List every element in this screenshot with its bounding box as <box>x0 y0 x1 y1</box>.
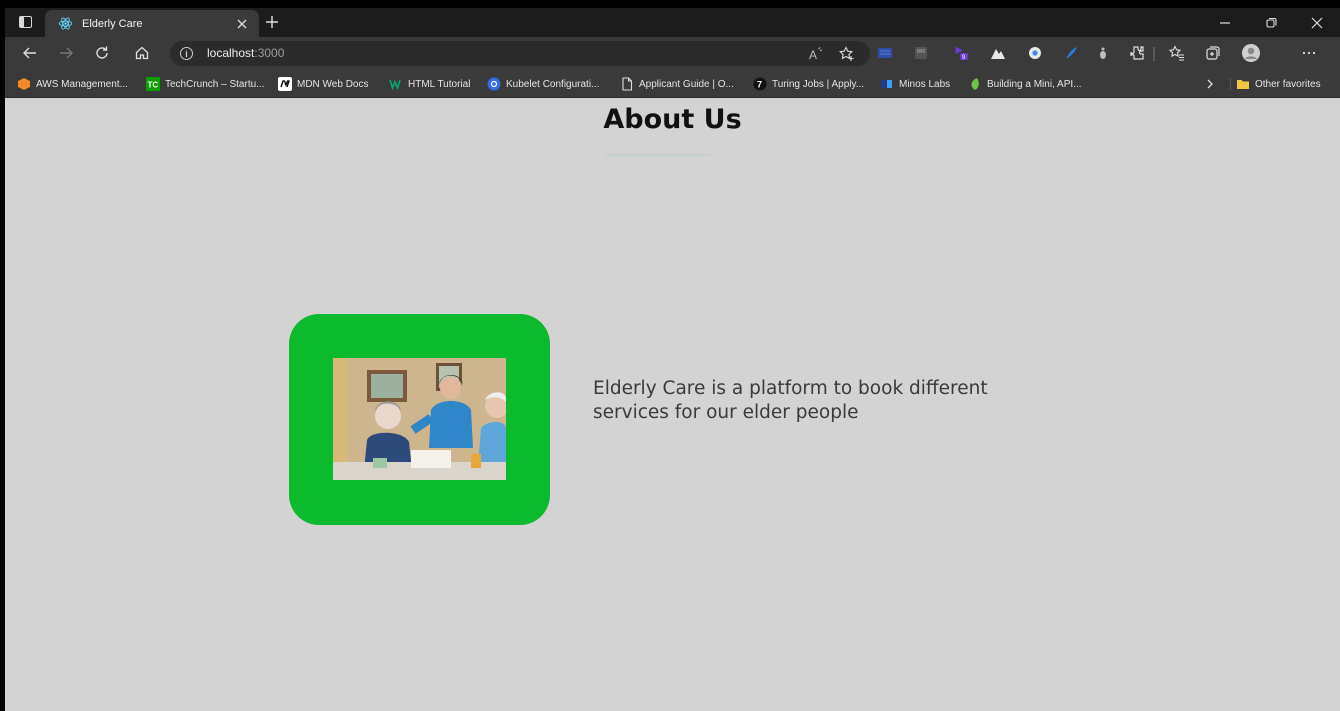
tab-actions-icon[interactable] <box>19 16 32 28</box>
bookmark-turing-jobs[interactable]: 7 Turing Jobs | Apply... <box>753 76 864 92</box>
title-underline <box>605 154 710 156</box>
turing-icon: 7 <box>753 77 767 91</box>
home-icon[interactable] <box>133 44 151 62</box>
svg-text:A: A <box>809 48 817 62</box>
other-favorites[interactable]: Other favorites <box>1236 76 1321 92</box>
svg-text:7: 7 <box>757 80 762 90</box>
tab-strip: Elderly Care <box>5 8 1340 37</box>
browser-window: Elderly Care i localhost:3000 A 9 AWS Ma… <box>5 8 1340 711</box>
bookmark-html-tutorial[interactable]: HTML Tutorial <box>389 76 470 92</box>
new-tab-icon[interactable] <box>264 14 280 30</box>
address-bar[interactable]: i localhost:3000 A <box>170 41 870 66</box>
mdn-icon <box>278 77 292 91</box>
bookmarks-overflow-icon[interactable] <box>1204 76 1216 92</box>
about-description: Elderly Care is a platform to book diffe… <box>593 378 988 423</box>
extension-purple-icon[interactable]: 9 <box>953 45 969 61</box>
add-favorite-icon[interactable] <box>839 46 855 62</box>
read-aloud-icon[interactable]: A <box>808 46 824 62</box>
bookmark-kubelet[interactable]: Kubelet Configurati... <box>487 76 599 92</box>
bookmark-aws[interactable]: AWS Management... <box>17 76 128 92</box>
refresh-icon[interactable] <box>93 44 111 62</box>
address-toolbar: i localhost:3000 A 9 <box>5 37 1340 70</box>
url-text: localhost:3000 <box>207 46 285 60</box>
w3schools-icon <box>389 77 403 91</box>
minimize-icon[interactable] <box>1202 8 1248 37</box>
close-tab-icon[interactable] <box>235 17 249 31</box>
page-icon <box>620 77 634 91</box>
techcrunch-icon: TC <box>146 77 160 91</box>
minos-icon <box>880 77 894 91</box>
leaf-icon <box>968 77 982 91</box>
toolbar-divider <box>1153 47 1155 61</box>
back-icon[interactable] <box>21 44 39 62</box>
collections-icon[interactable] <box>1205 45 1221 61</box>
chrome-extension-icon[interactable] <box>1027 45 1043 61</box>
react-icon <box>58 16 73 31</box>
svg-text:TC: TC <box>148 81 159 90</box>
svg-text:9: 9 <box>962 54 966 61</box>
site-info-icon[interactable]: i <box>180 47 193 60</box>
bookmark-minos-labs[interactable]: Minos Labs <box>880 76 950 92</box>
mountain-extension-icon[interactable] <box>990 45 1006 61</box>
extension-blue-icon[interactable] <box>877 45 893 61</box>
more-menu-icon[interactable] <box>1301 45 1317 61</box>
folder-icon <box>1236 77 1250 91</box>
profile-avatar[interactable] <box>1241 43 1261 63</box>
aws-icon <box>17 77 31 91</box>
feather-extension-icon[interactable] <box>1063 45 1079 61</box>
drop-extension-icon[interactable] <box>1095 45 1111 61</box>
bookmark-building-mini-api[interactable]: Building a Mini, API... <box>968 76 1082 92</box>
restore-icon[interactable] <box>1248 8 1294 37</box>
tab-title: Elderly Care <box>82 17 143 30</box>
page-content: About Us Elderly Care is a platform to b… <box>5 98 1340 711</box>
bookmarks-divider <box>1230 78 1231 90</box>
tab-elderly-care[interactable]: Elderly Care <box>45 10 259 37</box>
caregiver-photo <box>333 358 506 480</box>
extension-gray-icon[interactable] <box>913 45 929 61</box>
forward-icon <box>57 44 75 62</box>
window-controls <box>1202 8 1340 37</box>
favorites-icon[interactable] <box>1169 45 1185 61</box>
bookmark-mdn[interactable]: MDN Web Docs <box>278 76 369 92</box>
bookmark-techcrunch[interactable]: TC TechCrunch – Startu... <box>146 76 265 92</box>
photo-frame <box>289 314 550 525</box>
extensions-icon[interactable] <box>1129 45 1145 61</box>
close-window-icon[interactable] <box>1294 8 1340 37</box>
bookmarks-bar: AWS Management... TC TechCrunch – Startu… <box>5 70 1340 98</box>
page-title: About Us <box>603 104 742 135</box>
bookmark-applicant-guide[interactable]: Applicant Guide | O... <box>620 76 734 92</box>
kubernetes-icon <box>487 77 501 91</box>
